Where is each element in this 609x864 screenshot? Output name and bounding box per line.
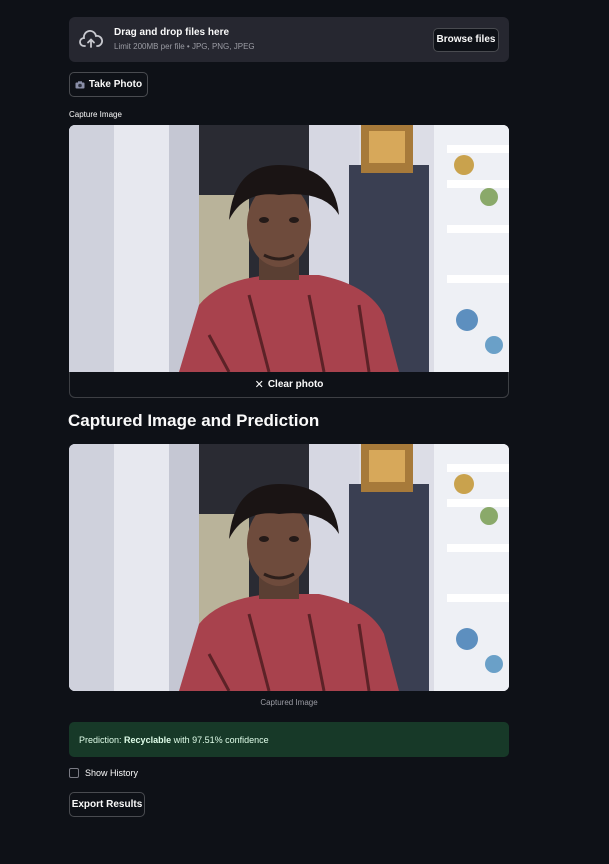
clear-photo-button[interactable]: ✕ Clear photo xyxy=(69,372,509,398)
camera-icon xyxy=(75,80,85,88)
image-caption: Captured Image xyxy=(260,698,318,707)
cloud-upload-icon xyxy=(79,29,103,48)
browse-files-button[interactable]: Browse files xyxy=(433,27,499,52)
show-history-checkbox[interactable]: Show History xyxy=(69,768,138,778)
camera-preview-image xyxy=(69,125,509,372)
close-icon: ✕ xyxy=(254,379,264,391)
capture-image-label: Capture Image xyxy=(69,110,122,119)
take-photo-button[interactable]: Take Photo xyxy=(69,72,148,97)
uploader-instructions: Drag and drop files here Limit 200MB per… xyxy=(114,26,433,53)
export-results-button[interactable]: Export Results xyxy=(69,792,145,817)
prediction-confidence: with 97.51% confidence xyxy=(173,734,269,745)
show-history-label: Show History xyxy=(85,768,139,778)
captured-result-image xyxy=(69,444,509,691)
clear-photo-label: Clear photo xyxy=(267,379,324,390)
uploader-limit-text: Limit 200MB per file • JPG, PNG, JPEG xyxy=(114,42,255,51)
prediction-class: Recyclable xyxy=(124,734,172,745)
checkbox-box[interactable] xyxy=(69,768,79,778)
result-heading: Captured Image and Prediction xyxy=(68,411,320,430)
file-uploader-dropzone[interactable]: Drag and drop files here Limit 200MB per… xyxy=(69,17,509,62)
uploader-title: Drag and drop files here xyxy=(114,27,230,38)
prediction-alert: Prediction: Recyclable with 97.51% confi… xyxy=(69,722,509,757)
take-photo-label: Take Photo xyxy=(88,79,143,90)
prediction-prefix: Prediction: xyxy=(79,734,122,745)
